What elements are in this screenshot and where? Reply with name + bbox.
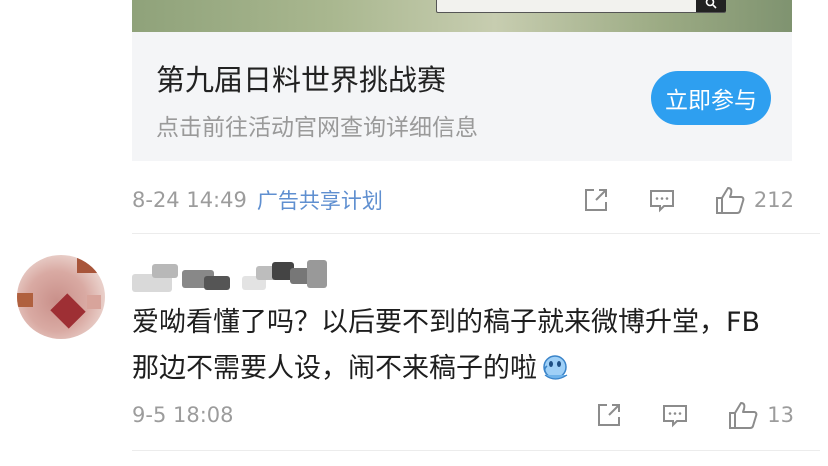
ad-card[interactable]: 第九届日料世界挑战赛 点击前往活动官网查询详细信息 立即参与 <box>132 32 792 161</box>
post-time: 8-24 14:49 <box>132 188 247 212</box>
share-icon[interactable] <box>582 186 610 214</box>
comment-meta-row: 9-5 18:08 13 <box>132 398 794 432</box>
ad-banner-image[interactable] <box>132 0 792 32</box>
like-button[interactable]: 212 <box>714 185 794 215</box>
participate-button[interactable]: 立即参与 <box>651 71 771 125</box>
comment-time: 9-5 18:08 <box>132 403 234 427</box>
ad-title: 第九届日料世界挑战赛 <box>156 63 447 97</box>
like-icon <box>729 402 758 429</box>
comment-icon[interactable] <box>661 401 689 429</box>
ad-subtitle: 点击前往活动官网查询详细信息 <box>156 115 478 141</box>
username-redacted[interactable] <box>132 250 352 294</box>
like-icon <box>715 187 745 214</box>
search-icon <box>696 0 726 12</box>
post-meta-row: 8-24 14:49 广告共享计划 212 <box>132 183 794 217</box>
comment-actions: 13 <box>595 398 794 432</box>
comment-body: 爱呦看懂了吗？以后要不到的稿子就来微博升堂，FB那边不需要人设，闹不来稿子的啦 <box>132 307 761 384</box>
post-actions: 212 <box>582 183 794 217</box>
emoji-icon <box>541 352 571 382</box>
share-icon[interactable] <box>595 401 623 429</box>
banner-search-box <box>436 0 726 13</box>
like-count: 13 <box>767 403 794 427</box>
ad-share-plan-link[interactable]: 广告共享计划 <box>257 185 383 215</box>
like-button[interactable]: 13 <box>727 400 794 430</box>
divider <box>132 450 820 451</box>
avatar[interactable] <box>17 255 105 339</box>
like-count: 212 <box>753 188 794 212</box>
comment-text: 爱呦看懂了吗？以后要不到的稿子就来微博升堂，FB那边不需要人设，闹不来稿子的啦 <box>132 300 772 392</box>
divider <box>132 233 820 234</box>
comment-icon[interactable] <box>648 186 676 214</box>
